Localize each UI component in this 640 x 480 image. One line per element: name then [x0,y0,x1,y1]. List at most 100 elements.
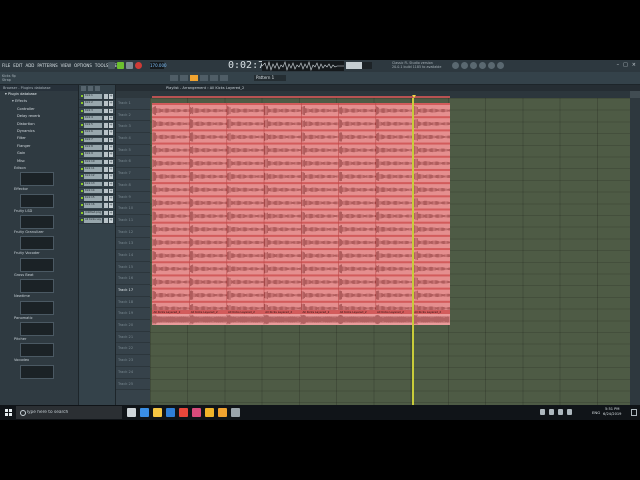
chrome-icon[interactable] [179,408,188,417]
browser-plugin-newtime[interactable]: Newtime [0,293,78,300]
track-header[interactable]: Track 10 [116,203,150,215]
channel-led-icon[interactable] [81,197,83,200]
step-icon[interactable] [180,75,188,81]
browser-category-distortion[interactable]: Distortion [0,121,78,128]
channel-led-icon[interactable] [81,131,83,134]
plugin-picker-icon[interactable] [497,62,504,69]
pattern-song-toggle[interactable] [108,62,115,69]
vertical-scrollbar[interactable] [630,98,640,405]
channel-select-checkbox[interactable] [104,159,108,165]
track-header[interactable]: Track 23 [116,355,150,367]
channel-name-button[interactable]: Kick 4 [84,115,102,121]
browser-plugin-fruity-lsd[interactable]: Fruity LSD [0,208,78,215]
channel-name-button[interactable]: Kick 9 [84,152,102,157]
track-header[interactable]: Track 4 [116,133,150,145]
channel-name-button[interactable]: Untitled.png [84,210,102,216]
browser-category-gain[interactable]: Gain [0,150,78,157]
track-header[interactable]: Track 13 [116,238,150,250]
menu-tools[interactable]: TOOLS [95,63,109,68]
channel-name-button[interactable]: Kick 15 [84,196,102,201]
menu-patterns[interactable]: PATTERNS [37,63,57,68]
track-header[interactable]: Track 14 [116,250,150,262]
browser-plugin-effector[interactable]: Effector [0,186,78,193]
channel-name-button[interactable]: Kick 7 [84,137,102,143]
audio-clip-all-kicks-layered[interactable]: All Kicks Layered_2 All Kicks Layered_2 Al… [152,310,450,325]
track-header[interactable]: Track 2 [116,110,150,122]
channel-add-icon[interactable]: + [109,130,113,136]
language-indicator[interactable]: ENG [592,410,600,415]
browser-plugin-pitcher[interactable]: Pitcher [0,336,78,343]
taskbar-clock[interactable]: 5:51 PM 6/24/2019 [603,407,621,417]
channel-led-icon[interactable] [81,189,83,192]
channel-name-button[interactable]: All Kicks Lay [84,218,102,223]
track-header[interactable]: Track 24 [116,367,150,379]
media-icon[interactable] [231,408,240,417]
browser-category-flanger[interactable]: Flanger [0,143,78,150]
track-header[interactable]: Track 19 [116,308,150,321]
channel-led-icon[interactable] [81,204,83,207]
track-header[interactable]: Track 1 [116,98,150,110]
track-header[interactable]: Track 11 [116,215,150,227]
track-header[interactable]: Track 20 [116,320,150,332]
channel-led-icon[interactable] [81,138,83,141]
channel-add-icon[interactable]: + [109,115,113,121]
channel-led-icon[interactable] [81,160,83,163]
channel-name-button[interactable]: Kick 12 [84,174,102,179]
channel-select-checkbox[interactable] [104,101,108,106]
folder-icon[interactable] [205,408,214,417]
channel-add-icon[interactable]: + [109,166,113,172]
channel-select-checkbox[interactable] [104,123,108,128]
channel-name-button[interactable]: Kick 6 [84,130,102,136]
battery-icon[interactable] [558,409,563,415]
track-header[interactable]: Track 16 [116,273,150,285]
track-header[interactable]: Track 6 [116,156,150,169]
channel-select-checkbox[interactable] [104,196,108,201]
channel-add-icon[interactable]: + [109,93,113,99]
channel-name-button[interactable]: Kick 1 [84,94,102,99]
channel-name-button[interactable]: Kick 10 [84,159,102,165]
track-header[interactable]: Track 7 [116,168,150,180]
channel-add-icon[interactable]: + [109,188,113,194]
channel-name-button[interactable]: Kick 11 [84,166,102,172]
channel-add-icon[interactable]: + [109,152,113,157]
browser-plugin-fruity-vocoder[interactable]: Fruity Vocoder [0,250,78,257]
minimize-icon[interactable]: – [617,62,620,68]
browser-icon[interactable] [488,62,495,69]
track-header[interactable]: Track 25 [116,379,150,391]
channel-select-checkbox[interactable] [104,94,108,99]
channel-led-icon[interactable] [81,95,83,97]
piano-roll-icon[interactable] [461,62,468,69]
track-header[interactable]: Track 9 [116,192,150,204]
channel-led-icon[interactable] [81,124,83,127]
track-header[interactable]: Track 15 [116,262,150,274]
channel-rack-icon[interactable] [470,62,477,69]
play-tool-icon[interactable] [220,75,228,81]
channel-select-checkbox[interactable] [104,210,108,216]
channel-swing-icon[interactable] [95,86,100,91]
track-header[interactable]: Track 21 [116,332,150,344]
channel-add-icon[interactable]: + [109,101,113,106]
paint-icon[interactable] [200,75,208,81]
channel-select-checkbox[interactable] [104,130,108,136]
browser-group-effects[interactable]: ▾ Effects [0,98,78,105]
pattern-selector[interactable]: Pattern 1 [254,75,286,81]
channel-select-checkbox[interactable] [104,108,108,114]
channel-led-icon[interactable] [81,219,83,222]
draw-icon[interactable] [190,75,198,81]
channel-add-icon[interactable]: + [109,123,113,128]
channel-name-button[interactable]: Kick 16 [84,203,102,209]
channel-led-icon[interactable] [81,146,83,149]
zoom-icon[interactable] [210,75,218,81]
channel-add-icon[interactable]: + [109,181,113,187]
channel-select-checkbox[interactable] [104,188,108,194]
audio-clip-stack[interactable] [152,103,450,314]
channel-name-button[interactable]: Kick 2 [84,101,102,106]
channel-select-checkbox[interactable] [104,115,108,121]
channel-name-button[interactable]: Kick 3 [84,108,102,114]
channel-select-checkbox[interactable] [104,218,108,223]
channel-led-icon[interactable] [81,211,83,214]
channel-add-icon[interactable]: + [109,159,113,165]
play-button[interactable] [117,62,124,69]
browser-plugin-fruity-granulizer[interactable]: Fruity Granulizer [0,229,78,236]
channel-led-icon[interactable] [81,109,83,112]
